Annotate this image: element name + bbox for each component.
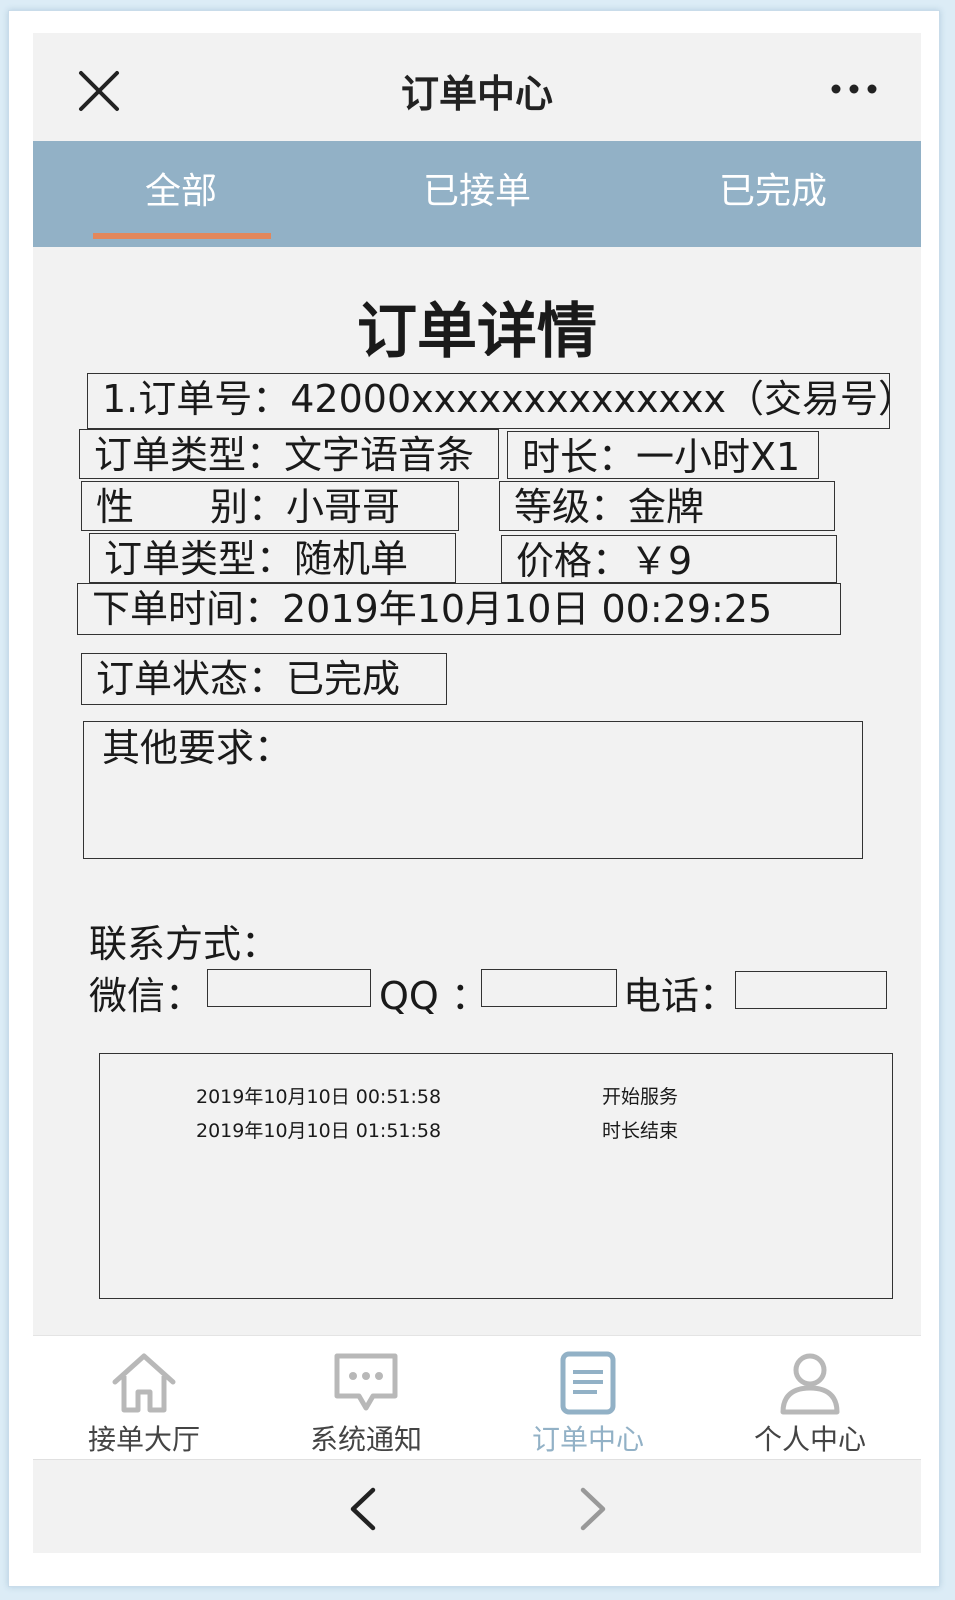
other-requirements-box: 其他要求： [83,721,863,859]
tab-accepted[interactable]: 已接单 [377,141,577,247]
price-field: 价格：￥9 [501,535,837,583]
wechat-field[interactable] [207,969,371,1007]
close-icon[interactable] [77,69,121,113]
nav-label: 订单中心 [531,1423,644,1456]
document-icon [560,1351,616,1415]
contact-label: 联系方式： [89,922,280,966]
phone-field[interactable] [735,971,887,1009]
browser-toolbar [33,1459,921,1553]
order-number-field: 1.订单号：42000xxxxxxxxxxxxxx（交易号） [87,373,890,429]
nav-item-notifications[interactable]: 系统通知 [255,1336,477,1460]
level-field: 等级：金牌 [499,481,835,531]
nav-label: 个人中心 [753,1423,866,1456]
order-type-random-field: 订单类型：随机单 [89,533,456,583]
duration-field: 时长：一小时X1 [507,431,819,479]
order-time-field: 下单时间：2019年10月10日 00:29:25 [77,583,841,635]
top-bar: 订单中心 [33,33,921,141]
qq-field[interactable] [481,969,617,1007]
log-time: 2019年10月10日 00:51:58 [196,1086,442,1108]
log-event: 时长结束 [602,1120,679,1142]
nav-label: 系统通知 [309,1423,422,1456]
chat-bubble-icon [334,1353,398,1411]
phone-label: 电话： [623,974,738,1018]
tab-all[interactable]: 全部 [81,141,281,247]
page-title: 订单中心 [400,72,553,116]
active-tab-indicator [93,233,271,239]
nav-item-profile[interactable]: 个人中心 [699,1336,921,1460]
qq-label: QQ ： [379,974,489,1018]
phone-frame: 订单中心 全部 已接单 已完成 订单详情 1.订单号：42000xxxxxxxx… [8,10,940,1587]
more-dots-icon[interactable] [829,79,879,99]
person-icon [780,1353,840,1415]
bottom-nav: 接单大厅 系统通知 订单中心 个人中心 [33,1335,921,1460]
tab-bar: 全部 已接单 已完成 [33,141,921,247]
home-icon [112,1353,176,1413]
order-type-field: 订单类型：文字语音条 [79,429,499,479]
chevron-right-icon[interactable] [573,1486,613,1532]
log-time: 2019年10月10日 01:51:58 [196,1120,442,1142]
gender-field: 性 别：小哥哥 [81,481,459,531]
app-screen: 订单中心 全部 已接单 已完成 订单详情 1.订单号：42000xxxxxxxx… [33,33,921,1553]
service-log-box: 2019年10月10日 00:51:58 开始服务 2019年10月10日 01… [99,1053,893,1299]
wechat-label: 微信： [89,974,204,1018]
log-event: 开始服务 [602,1086,679,1108]
nav-item-order-center[interactable]: 订单中心 [477,1336,699,1460]
other-requirements-label: 其他要求： [102,726,293,770]
nav-item-lobby[interactable]: 接单大厅 [33,1336,255,1460]
detail-title: 订单详情 [357,297,597,367]
tab-completed[interactable]: 已完成 [673,141,873,247]
chevron-left-icon[interactable] [343,1486,383,1532]
order-status-field: 订单状态：已完成 [81,653,447,705]
nav-label: 接单大厅 [87,1423,200,1456]
